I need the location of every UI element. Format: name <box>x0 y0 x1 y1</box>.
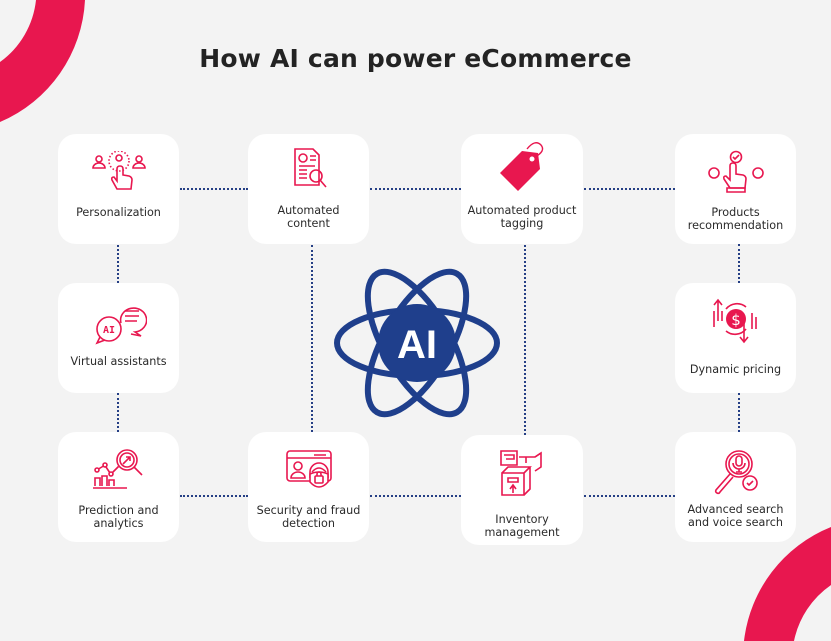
card-dynamic-pricing[interactable]: $ Dynamic pricing <box>675 283 796 393</box>
page-title: How AI can power eCommerce <box>199 44 632 73</box>
connector-line <box>117 245 119 283</box>
id-lock-icon <box>285 450 332 488</box>
card-label: recommendation <box>687 219 784 232</box>
connector-line <box>311 245 313 432</box>
tap-select-icon <box>707 150 764 193</box>
card-products-recommendation[interactable]: Products recommendation <box>675 134 796 244</box>
card-security-and-fraud-detection[interactable]: Security and fraud detection <box>248 432 369 542</box>
card-advanced-search-voice-search[interactable]: Advanced search and voice search <box>675 432 796 542</box>
card-automated-product-tagging[interactable]: Automated product tagging <box>461 134 583 244</box>
connector-line <box>117 393 119 432</box>
card-prediction-and-analytics[interactable]: Prediction and analytics <box>58 432 179 542</box>
ai-center-label: AI <box>397 323 437 367</box>
connector-line <box>524 245 526 435</box>
card-label: Prediction and <box>78 504 159 517</box>
connector-line <box>584 188 675 190</box>
card-personalization[interactable]: Personalization <box>58 134 179 244</box>
card-label: Products <box>711 206 760 219</box>
svg-text:$: $ <box>731 311 741 329</box>
document-search-icon <box>293 148 327 188</box>
voice-search-icon <box>714 450 758 495</box>
connector-line <box>370 495 461 497</box>
chat-bubbles-ai-icon: AI <box>94 307 147 345</box>
card-label: Dynamic pricing <box>689 363 782 376</box>
card-label: Automated <box>277 204 340 217</box>
card-label: detection <box>282 517 335 530</box>
chart-magnifier-icon <box>92 449 143 489</box>
card-label: Automated product <box>467 204 577 217</box>
boxes-icon <box>500 450 542 496</box>
card-label: tagging <box>500 217 544 230</box>
connector-line <box>738 393 740 432</box>
card-label: and voice search <box>688 516 783 529</box>
dollar-arrows-icon: $ <box>712 298 757 344</box>
card-label: analytics <box>93 517 144 530</box>
card-automated-content[interactable]: Automated content <box>248 134 369 244</box>
connector-line <box>584 495 675 497</box>
connector-line <box>180 495 248 497</box>
card-label: Security and fraud <box>256 504 361 517</box>
connector-line <box>180 188 248 190</box>
card-label: management <box>484 526 560 539</box>
ai-atom-icon: AI <box>334 268 500 418</box>
card-label: content <box>287 217 330 230</box>
card-inventory-management[interactable]: Inventory management <box>461 435 583 545</box>
card-virtual-assistants[interactable]: AI Virtual assistants <box>58 283 179 393</box>
card-label: Personalization <box>76 206 161 219</box>
price-tag-icon <box>500 142 544 191</box>
connector-line <box>738 244 740 283</box>
svg-text:AI: AI <box>102 325 114 336</box>
card-label: Virtual assistants <box>70 355 167 368</box>
card-label: Advanced search <box>687 503 784 516</box>
connector-line <box>370 188 461 190</box>
card-label: Inventory <box>495 513 549 526</box>
personalization-hand-icon <box>91 151 146 190</box>
